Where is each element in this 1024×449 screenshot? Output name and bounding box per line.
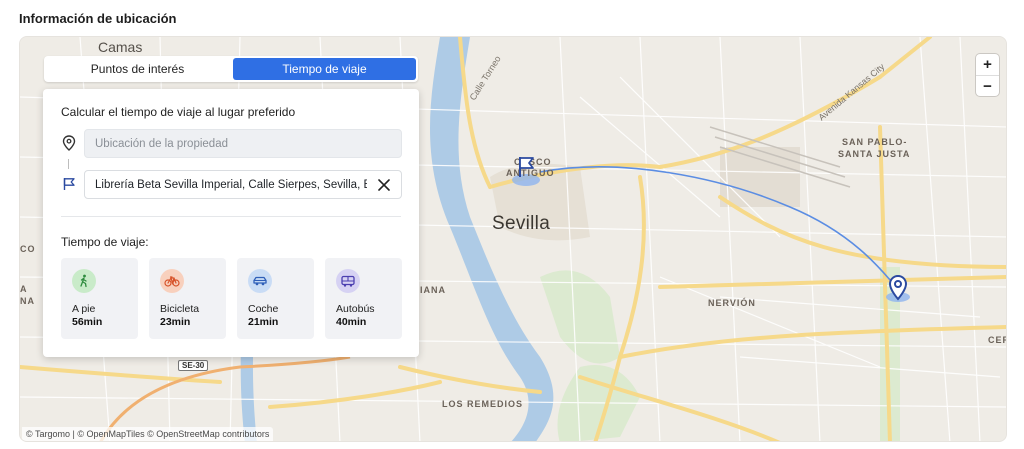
tab-travel-time[interactable]: Tiempo de viaje (233, 58, 416, 80)
walking-icon (72, 269, 96, 293)
flag-icon (61, 176, 77, 192)
map-label-edge-cer: CER (988, 335, 1006, 345)
view-tabs: Puntos de interés Tiempo de viaje (44, 56, 418, 82)
travel-modes: A pie 56min Bicicleta 23min Coche 21min … (61, 258, 402, 339)
map-label-sevilla: Sevilla (492, 213, 551, 234)
zoom-in-button[interactable]: + (976, 54, 999, 75)
panel-divider (61, 216, 401, 217)
mode-card-walking[interactable]: A pie 56min (61, 258, 138, 339)
map-label-edge-na: NA (20, 296, 35, 306)
map-label-los-remedios: LOS REMEDIOS (442, 399, 524, 409)
mode-time-bicycle: 23min (160, 316, 191, 328)
panel-heading: Calcular el tiempo de viaje al lugar pre… (61, 105, 296, 119)
mode-card-bus[interactable]: Autobús 40min (325, 258, 402, 339)
mode-card-bicycle[interactable]: Bicicleta 23min (149, 258, 226, 339)
map-label-santa-justa: SANTA JUSTA (838, 149, 911, 159)
map-view[interactable]: Camas Sevilla CASCO ANTIGUO SAN PABLO- S… (19, 36, 1007, 442)
section-title: Información de ubicación (19, 11, 177, 26)
travel-time-panel: Calcular el tiempo de viaje al lugar pre… (43, 89, 419, 357)
destination-flag-marker[interactable] (517, 155, 537, 179)
map-label-nervion: NERVIÓN (708, 298, 756, 308)
map-label-camas: Camas (98, 39, 143, 55)
map-label-san-pablo: SAN PABLO- (842, 137, 908, 147)
field-connector (68, 159, 69, 169)
map-label-edge-a: A (20, 284, 28, 294)
origin-location-field[interactable]: Ubicación de la propiedad (84, 129, 402, 158)
mode-time-bus: 40min (336, 316, 367, 328)
mode-name-car: Coche (248, 303, 279, 315)
mode-time-walking: 56min (72, 316, 103, 328)
close-icon[interactable] (377, 178, 391, 192)
map-label-se30: SE-30 (178, 360, 209, 371)
zoom-out-button[interactable]: − (976, 75, 999, 96)
destination-value: Librería Beta Sevilla Imperial, Calle Si… (95, 178, 367, 191)
tab-points-of-interest[interactable]: Puntos de interés (46, 58, 229, 80)
origin-placeholder: Ubicación de la propiedad (95, 137, 228, 150)
bus-icon (336, 269, 360, 293)
travel-time-label: Tiempo de viaje: (61, 235, 149, 249)
mode-name-bicycle: Bicicleta (160, 303, 200, 315)
mode-time-car: 21min (248, 316, 279, 328)
mode-name-walking: A pie (72, 303, 96, 315)
mode-card-car[interactable]: Coche 21min (237, 258, 314, 339)
map-attribution[interactable]: © Targomo | © OpenMapTiles © OpenStreetM… (22, 427, 274, 441)
location-pin-icon (61, 135, 77, 151)
mode-name-bus: Autobús (336, 303, 375, 315)
map-label-edge-co: CO (20, 244, 36, 254)
property-pin-marker[interactable] (888, 275, 908, 301)
zoom-controls: + − (976, 54, 999, 96)
destination-field[interactable]: Librería Beta Sevilla Imperial, Calle Si… (84, 170, 402, 199)
map-label-triana: IANA (420, 285, 446, 295)
bicycle-icon (160, 269, 184, 293)
car-icon (248, 269, 272, 293)
